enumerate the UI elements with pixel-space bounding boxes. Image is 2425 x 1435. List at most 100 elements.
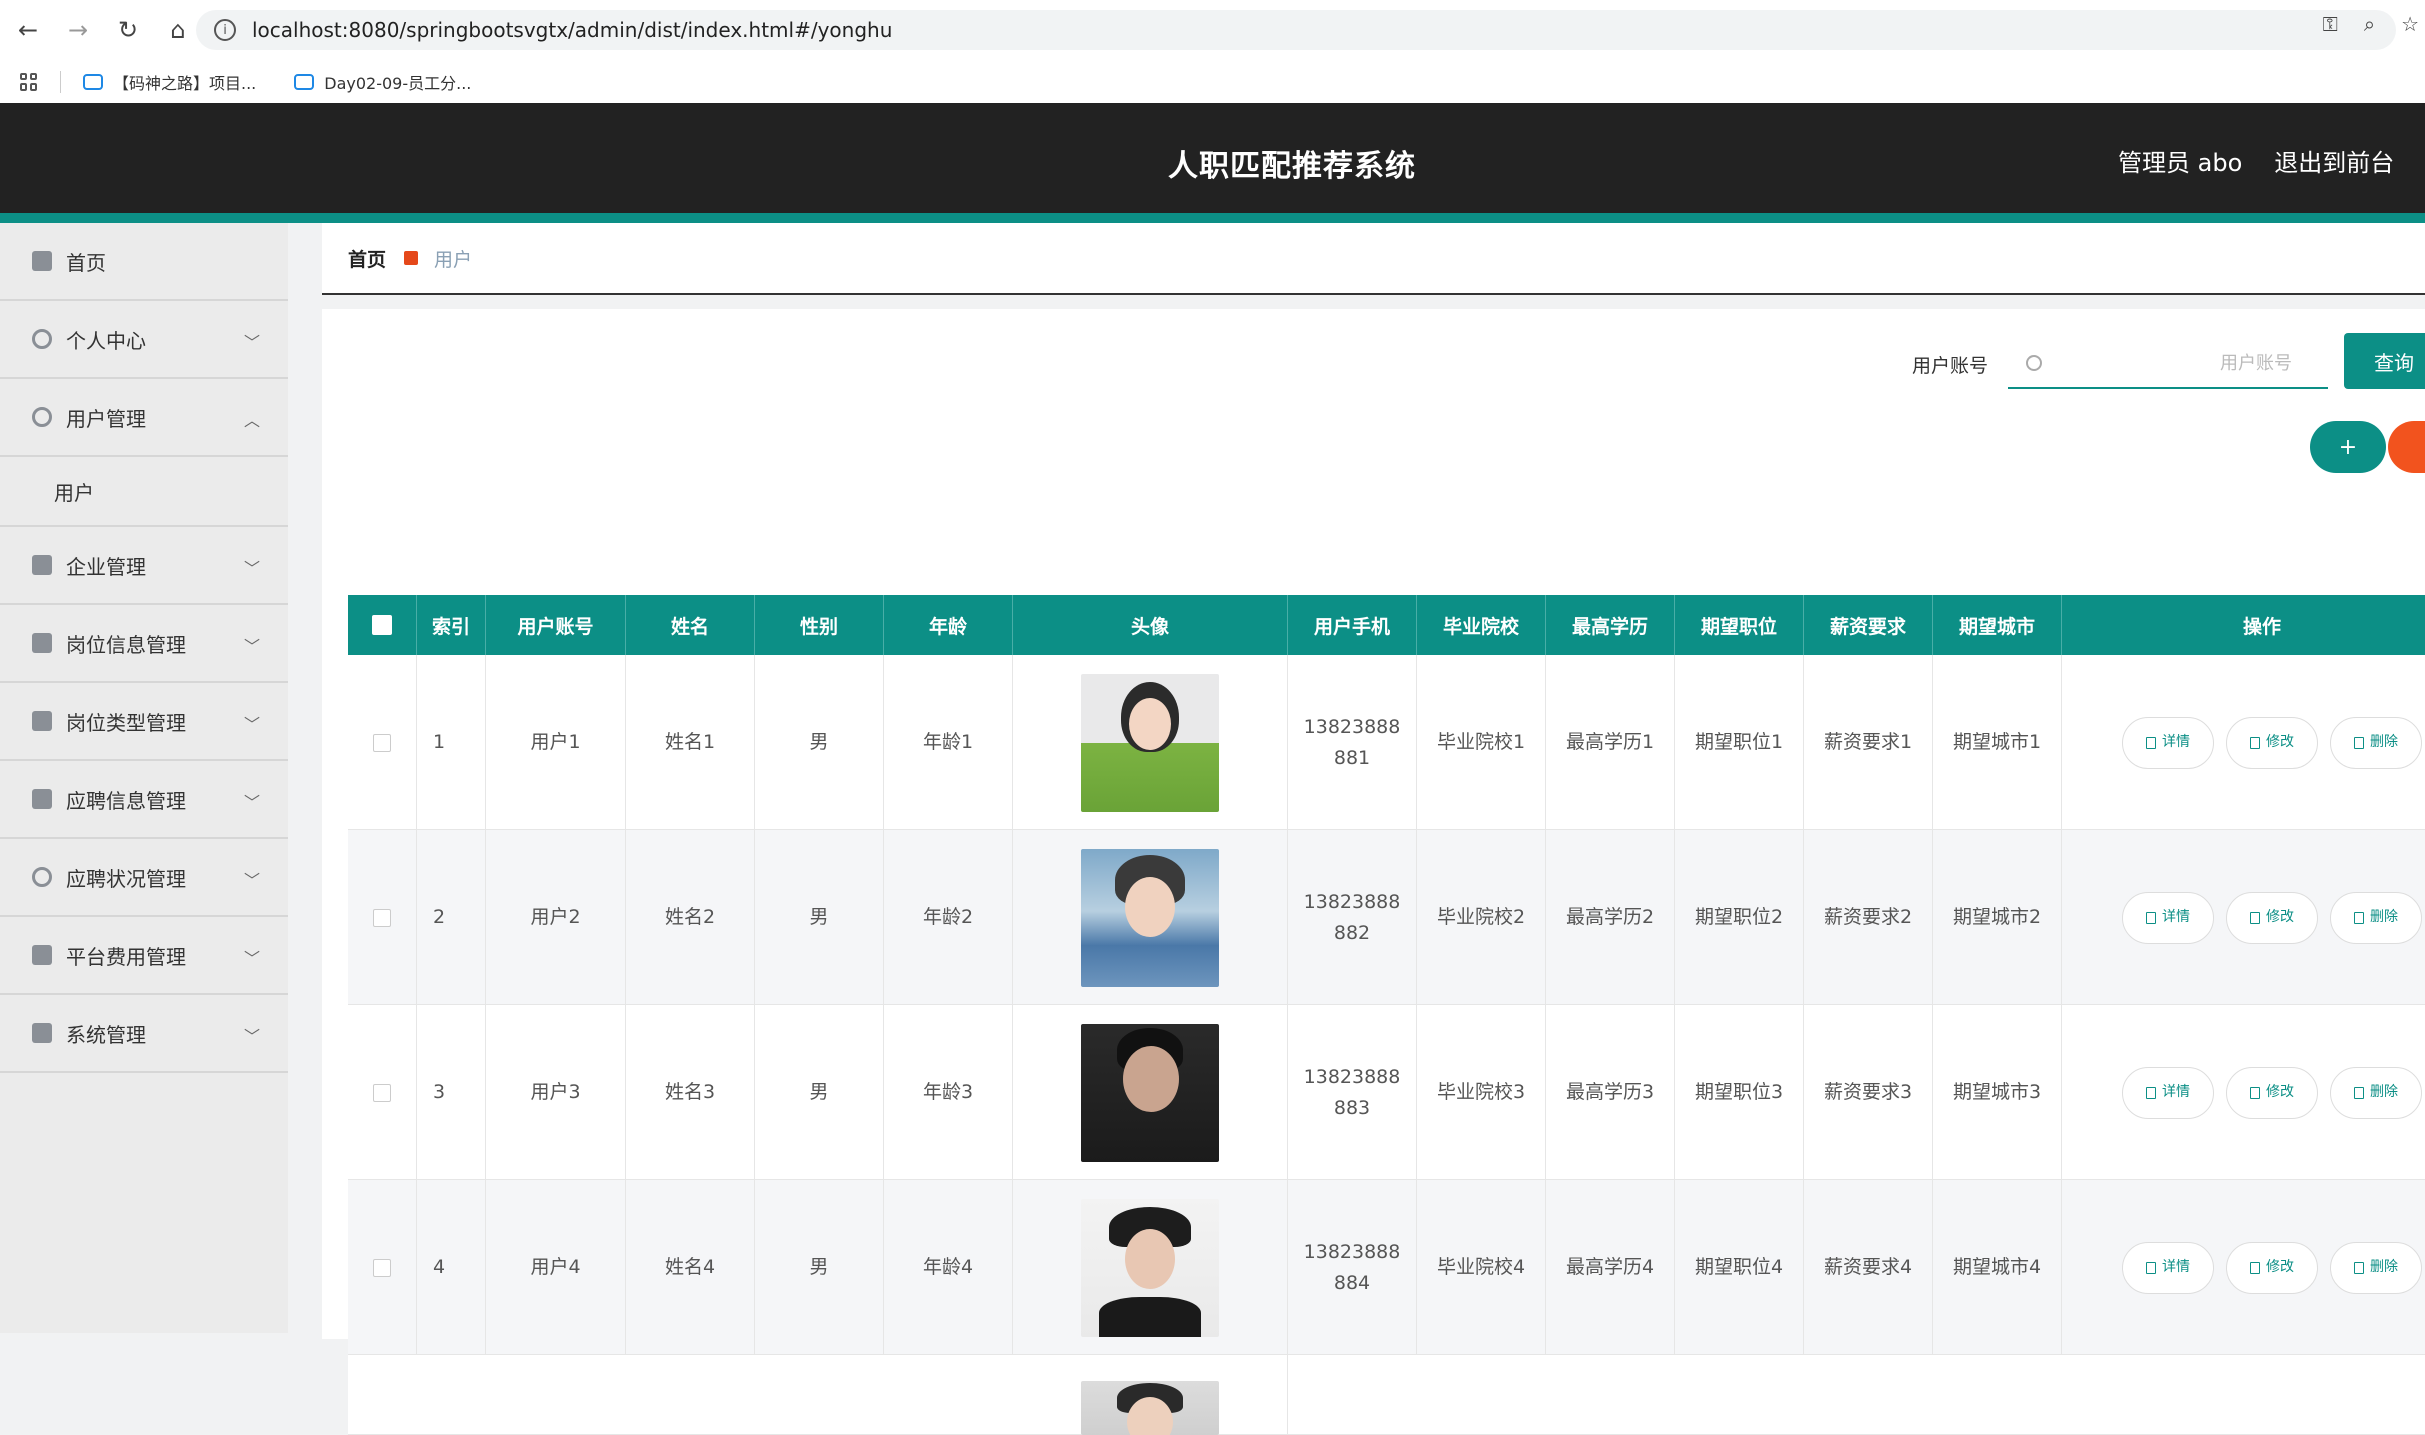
header-gender: 性别 <box>755 595 884 655</box>
cell-city: 期望城市4 <box>1933 1180 2062 1355</box>
header-avatar: 头像 <box>1013 595 1288 655</box>
table-row: 4 用户4 姓名4 男 年龄4 13823888884 毕业院校4 最高学历4 <box>348 1180 2425 1355</box>
cell-account: 用户3 <box>486 1005 626 1180</box>
back-icon[interactable]: ← <box>6 8 50 52</box>
chevron-down-icon: ﹀ <box>243 637 260 656</box>
home-icon[interactable]: ⌂ <box>156 8 200 52</box>
doc-icon <box>2146 1261 2156 1274</box>
edit-button[interactable]: 修改 <box>2226 716 2318 769</box>
sidebar-subitem-user[interactable]: 用户 <box>0 457 288 527</box>
cell-name: 姓名1 <box>626 655 755 830</box>
site-info-icon[interactable]: i <box>214 19 236 41</box>
sidebar-item-home[interactable]: 首页 <box>0 223 288 301</box>
sidebar-item-application-status[interactable]: 应聘状况管理 ﹀ <box>0 839 288 917</box>
sidebar-item-job-type[interactable]: 岗位类型管理 ﹀ <box>0 683 288 761</box>
cell-education: 最高学历2 <box>1546 830 1675 1005</box>
delete-button[interactable]: 删除 <box>2330 716 2422 769</box>
cell-index: 2 <box>417 830 486 1005</box>
breadcrumb: 首页 用户 <box>322 223 2425 295</box>
header-select-all[interactable] <box>348 595 417 655</box>
cell-name: 姓名2 <box>626 830 755 1005</box>
address-bar[interactable]: i localhost:8080/springbootsvgtx/admin/d… <box>196 10 2396 50</box>
cell-account: 用户4 <box>486 1180 626 1355</box>
row-checkbox[interactable] <box>373 908 391 927</box>
row-checkbox[interactable] <box>373 733 391 752</box>
avatar[interactable] <box>1081 673 1219 812</box>
cell-avatar <box>1013 1180 1288 1355</box>
edit-button[interactable]: 修改 <box>2226 1241 2318 1294</box>
chevron-up-icon: ︿ <box>243 411 260 430</box>
breadcrumb-current: 用户 <box>434 248 473 271</box>
zoom-icon[interactable]: ⌕ <box>2364 12 2375 36</box>
cell-account: 用户2 <box>486 830 626 1005</box>
sidebar-item-platform-fee[interactable]: 平台费用管理 ﹀ <box>0 917 288 995</box>
trash-icon <box>2354 911 2364 924</box>
cell-city: 期望城市3 <box>1933 1005 2062 1180</box>
header-account: 用户账号 <box>486 595 626 655</box>
bookmark-2[interactable]: Day02-09-员工分... <box>294 70 471 94</box>
chevron-down-icon: ﹀ <box>243 1027 260 1046</box>
reload-icon[interactable]: ↻ <box>106 8 150 52</box>
pencil-icon <box>2250 1261 2260 1274</box>
header-education: 最高学历 <box>1546 595 1675 655</box>
star-icon[interactable]: ☆ <box>2401 12 2419 36</box>
cell-gender: 男 <box>755 830 884 1005</box>
detail-button[interactable]: 详情 <box>2122 1066 2214 1119</box>
doc-icon <box>2146 911 2156 924</box>
detail-button[interactable]: 详情 <box>2122 1241 2214 1294</box>
breadcrumb-home[interactable]: 首页 <box>348 245 386 272</box>
detail-button[interactable]: 详情 <box>2122 716 2214 769</box>
cell-phone: 13823888 882 <box>1288 830 1417 1005</box>
pencil-icon <box>2250 736 2260 749</box>
apps-icon[interactable] <box>20 72 38 91</box>
add-button[interactable]: + <box>2310 421 2386 473</box>
edit-button[interactable]: 修改 <box>2226 891 2318 944</box>
cell-salary: 薪资要求2 <box>1804 830 1933 1005</box>
row-select[interactable] <box>348 655 417 830</box>
avatar[interactable] <box>1081 1198 1219 1337</box>
row-checkbox[interactable] <box>373 1083 391 1102</box>
cell-education: 最高学历1 <box>1546 655 1675 830</box>
detail-button[interactable]: 详情 <box>2122 891 2214 944</box>
sidebar-item-company[interactable]: 企业管理 ﹀ <box>0 527 288 605</box>
cell-job: 期望职位1 <box>1675 655 1804 830</box>
forward-icon[interactable]: → <box>56 8 100 52</box>
cell-index: 4 <box>417 1180 486 1355</box>
batch-delete-button[interactable] <box>2388 421 2425 473</box>
lifebuoy-icon <box>32 407 52 427</box>
avatar[interactable] <box>1081 1381 1219 1435</box>
pencil-icon <box>2250 911 2260 924</box>
sidebar-item-personal[interactable]: 个人中心 ﹀ <box>0 301 288 379</box>
delete-button[interactable]: 删除 <box>2330 1066 2422 1119</box>
cell-actions: 详情 修改 删除 <box>2062 655 2425 830</box>
key-icon[interactable]: ⚿ <box>2323 12 2338 36</box>
edit-button[interactable]: 修改 <box>2226 1066 2318 1119</box>
trash-icon <box>2354 1086 2364 1099</box>
search-input[interactable] <box>2042 352 2312 374</box>
sidebar-item-system[interactable]: 系统管理 ﹀ <box>0 995 288 1073</box>
browser-toolbar: ← → ↻ ⌂ i localhost:8080/springbootsvgtx… <box>0 0 2425 60</box>
sidebar-item-application-info[interactable]: 应聘信息管理 ﹀ <box>0 761 288 839</box>
address-bar-actions: ⚿ ⌕ ☆ <box>2323 12 2425 36</box>
bilibili-icon <box>83 73 103 90</box>
delete-button[interactable]: 删除 <box>2330 891 2422 944</box>
avatar[interactable] <box>1081 1023 1219 1162</box>
sidebar-item-users[interactable]: 用户管理 ︿ <box>0 379 288 457</box>
query-button[interactable]: 查询 <box>2344 333 2425 389</box>
bookmark-1[interactable]: 【码神之路】项目... <box>83 70 256 94</box>
select-all-checkbox[interactable] <box>372 615 392 635</box>
row-select[interactable] <box>348 1005 417 1180</box>
sidebar-item-job-info[interactable]: 岗位信息管理 ﹀ <box>0 605 288 683</box>
row-select[interactable] <box>348 1180 417 1355</box>
delete-button[interactable]: 删除 <box>2330 1241 2422 1294</box>
cell-age: 年龄4 <box>884 1180 1013 1355</box>
row-select[interactable] <box>348 830 417 1005</box>
to-front-link[interactable]: 退出到前台 <box>2274 143 2394 178</box>
table-row-partial <box>348 1355 2425 1435</box>
avatar[interactable] <box>1081 848 1219 987</box>
row-checkbox[interactable] <box>373 1258 391 1277</box>
search-field[interactable] <box>2008 339 2328 389</box>
header-name: 姓名 <box>626 595 755 655</box>
cell-city: 期望城市2 <box>1933 830 2062 1005</box>
chevron-down-icon: ﹀ <box>243 559 260 578</box>
